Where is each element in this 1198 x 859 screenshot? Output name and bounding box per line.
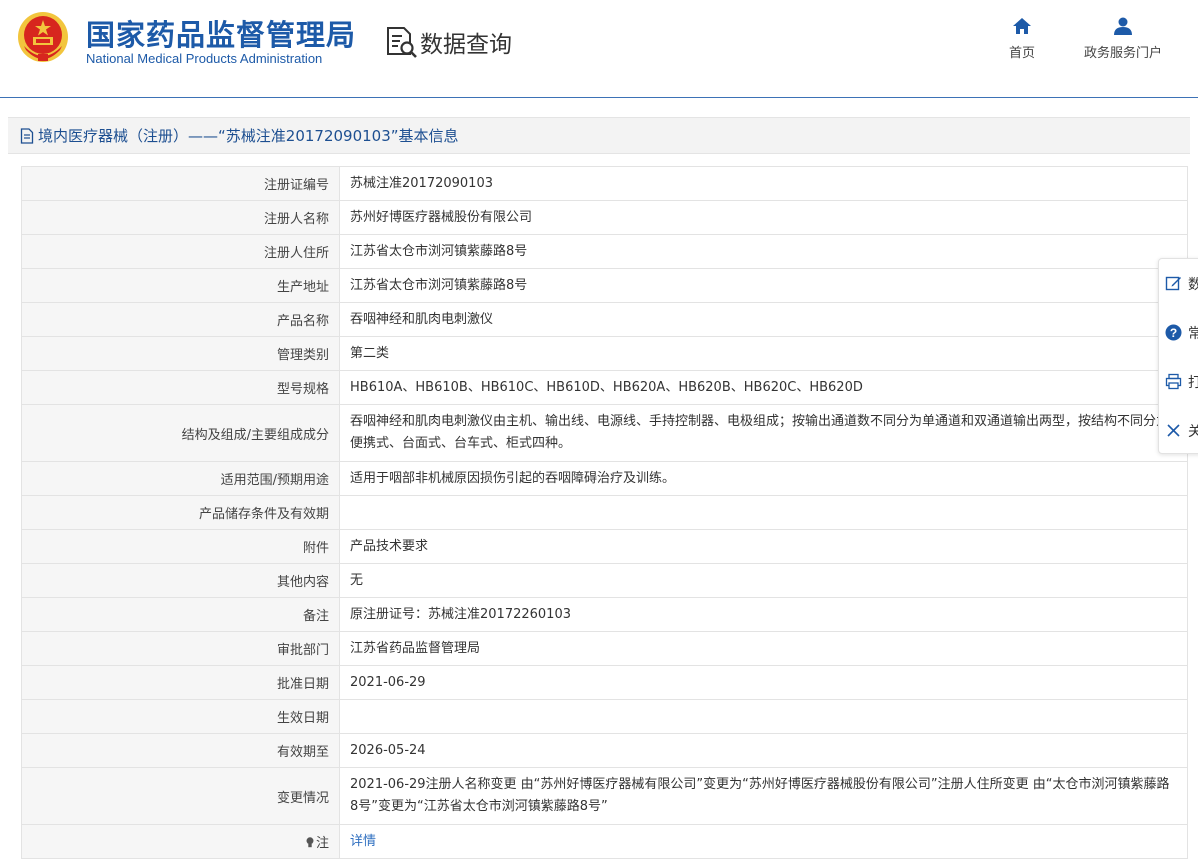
table-row: 产品名称 吞咽神经和肌肉电刺激仪 bbox=[21, 302, 1188, 337]
svg-text:?: ? bbox=[1170, 326, 1177, 340]
field-value: 苏州好博医疗器械股份有限公司 bbox=[339, 200, 1188, 235]
field-value: HB610A、HB610B、HB610C、HB610D、HB620A、HB620… bbox=[339, 370, 1188, 405]
floating-data-label: 数 bbox=[1188, 276, 1198, 293]
field-value: 2021-06-29注册人名称变更 由“苏州好博医疗器械有限公司”变更为“苏州好… bbox=[339, 767, 1188, 825]
document-search-icon bbox=[387, 27, 417, 58]
nav-portal-button[interactable]: 政务服务门户 bbox=[1076, 16, 1170, 61]
field-label: 结构及组成/主要组成成分 bbox=[21, 404, 340, 462]
table-row: 审批部门 江苏省药品监督管理局 bbox=[21, 631, 1188, 666]
help-icon: ? bbox=[1165, 324, 1182, 341]
record-title: 境内医疗器械（注册）——“苏械注准20172090103”基本信息 bbox=[38, 127, 459, 145]
table-row: 备注 原注册证号：苏械注准20172260103 bbox=[21, 597, 1188, 632]
field-value: 江苏省太仓市浏河镇紫藤路8号 bbox=[339, 268, 1188, 303]
field-label: 变更情况 bbox=[21, 767, 340, 825]
field-value bbox=[339, 699, 1188, 734]
document-icon bbox=[20, 127, 34, 144]
field-label: 附件 bbox=[21, 529, 340, 564]
table-row: 生效日期 bbox=[21, 699, 1188, 734]
field-value: 江苏省药品监督管理局 bbox=[339, 631, 1188, 666]
field-label: 型号规格 bbox=[21, 370, 340, 405]
table-row: 有效期至 2026-05-24 bbox=[21, 733, 1188, 768]
org-name-en: National Medical Products Administration bbox=[86, 51, 323, 66]
table-row: 注册证编号 苏械注准20172090103 bbox=[21, 166, 1188, 201]
record-title-bar: 境内医疗器械（注册）——“苏械注准20172090103”基本信息 bbox=[8, 117, 1190, 154]
table-row: 产品储存条件及有效期 bbox=[21, 495, 1188, 530]
site-header: 国家药品监督管理局 National Medical Products Admi… bbox=[0, 0, 1198, 98]
floating-print-label: 打 bbox=[1188, 374, 1198, 391]
field-value bbox=[339, 495, 1188, 530]
field-label: 产品名称 bbox=[21, 302, 340, 337]
table-row: 结构及组成/主要组成成分 吞咽神经和肌肉电刺激仪由主机、输出线、电源线、手持控制器… bbox=[21, 404, 1188, 462]
floating-print-button[interactable]: 打 bbox=[1159, 357, 1198, 406]
table-row: 适用范围/预期用途 适用于咽部非机械原因损伤引起的吞咽障碍治疗及训练。 bbox=[21, 461, 1188, 496]
field-label: 生产地址 bbox=[21, 268, 340, 303]
print-icon bbox=[1165, 373, 1182, 390]
table-row: 注 详情 bbox=[21, 824, 1188, 859]
floating-data-button[interactable]: 数 bbox=[1159, 259, 1198, 308]
field-value: 详情 bbox=[339, 824, 1188, 859]
query-title: 数据查询 bbox=[420, 32, 512, 58]
field-label: 备注 bbox=[21, 597, 340, 632]
table-row: 注册人住所 江苏省太仓市浏河镇紫藤路8号 bbox=[21, 234, 1188, 269]
table-row: 变更情况 2021-06-29注册人名称变更 由“苏州好博医疗器械有限公司”变更为… bbox=[21, 767, 1188, 825]
nav-portal-label: 政务服务门户 bbox=[1083, 46, 1162, 61]
field-label: 注 bbox=[21, 824, 340, 859]
field-label: 批准日期 bbox=[21, 665, 340, 700]
note-label: 注 bbox=[315, 836, 329, 851]
field-label: 注册人住所 bbox=[21, 234, 340, 269]
table-row: 管理类别 第二类 bbox=[21, 336, 1188, 371]
field-value: 吞咽神经和肌肉电刺激仪由主机、输出线、电源线、手持控制器、电极组成；按输出通道数… bbox=[339, 404, 1188, 462]
field-value: 产品技术要求 bbox=[339, 529, 1188, 564]
floating-faq-button[interactable]: ? 常 bbox=[1159, 308, 1198, 357]
table-row: 生产地址 江苏省太仓市浏河镇紫藤路8号 bbox=[21, 268, 1188, 303]
floating-close-label: 关 bbox=[1188, 423, 1198, 440]
header-divider bbox=[0, 97, 1198, 98]
national-emblem-icon bbox=[18, 12, 68, 62]
field-value: 适用于咽部非机械原因损伤引起的吞咽障碍治疗及训练。 bbox=[339, 461, 1188, 496]
field-label: 审批部门 bbox=[21, 631, 340, 666]
lightbulb-icon bbox=[306, 837, 314, 848]
org-name-cn: 国家药品监督管理局 bbox=[86, 18, 357, 52]
floating-faq-label: 常 bbox=[1188, 325, 1198, 342]
floating-close-button[interactable]: 关 bbox=[1159, 406, 1198, 455]
field-value: 苏械注准20172090103 bbox=[339, 166, 1188, 201]
field-value: 江苏省太仓市浏河镇紫藤路8号 bbox=[339, 234, 1188, 269]
table-row: 型号规格 HB610A、HB610B、HB610C、HB610D、HB620A、H… bbox=[21, 370, 1188, 405]
close-icon bbox=[1167, 424, 1180, 437]
edit-icon bbox=[1165, 276, 1181, 291]
field-label: 生效日期 bbox=[21, 699, 340, 734]
data-query-heading: 数据查询 bbox=[384, 24, 512, 60]
field-label: 产品储存条件及有效期 bbox=[21, 495, 340, 530]
table-row: 附件 产品技术要求 bbox=[21, 529, 1188, 564]
user-icon bbox=[1114, 17, 1132, 35]
field-label: 其他内容 bbox=[21, 563, 340, 598]
field-label: 适用范围/预期用途 bbox=[21, 461, 340, 496]
table-row: 注册人名称 苏州好博医疗器械股份有限公司 bbox=[21, 200, 1188, 235]
nav-home-button[interactable]: 首页 bbox=[1002, 16, 1042, 61]
home-icon bbox=[1013, 18, 1031, 34]
field-value: 2021-06-29 bbox=[339, 665, 1188, 700]
field-value: 第二类 bbox=[339, 336, 1188, 371]
field-value: 无 bbox=[339, 563, 1188, 598]
registration-details-table: 注册证编号 苏械注准20172090103 注册人名称 苏州好博医疗器械股份有限公司… bbox=[21, 166, 1188, 859]
field-label: 管理类别 bbox=[21, 336, 340, 371]
field-label: 有效期至 bbox=[21, 733, 340, 768]
field-label: 注册证编号 bbox=[21, 166, 340, 201]
field-value: 2026-05-24 bbox=[339, 733, 1188, 768]
field-value: 原注册证号：苏械注准20172260103 bbox=[339, 597, 1188, 632]
table-row: 批准日期 2021-06-29 bbox=[21, 665, 1188, 700]
details-link[interactable]: 详情 bbox=[350, 834, 376, 849]
field-label: 注册人名称 bbox=[21, 200, 340, 235]
floating-toolbar: 数 ? 常 打 关 bbox=[1158, 258, 1198, 454]
table-row: 其他内容无 bbox=[21, 563, 1188, 598]
nav-home-label: 首页 bbox=[1008, 46, 1035, 61]
field-value: 吞咽神经和肌肉电刺激仪 bbox=[339, 302, 1188, 337]
